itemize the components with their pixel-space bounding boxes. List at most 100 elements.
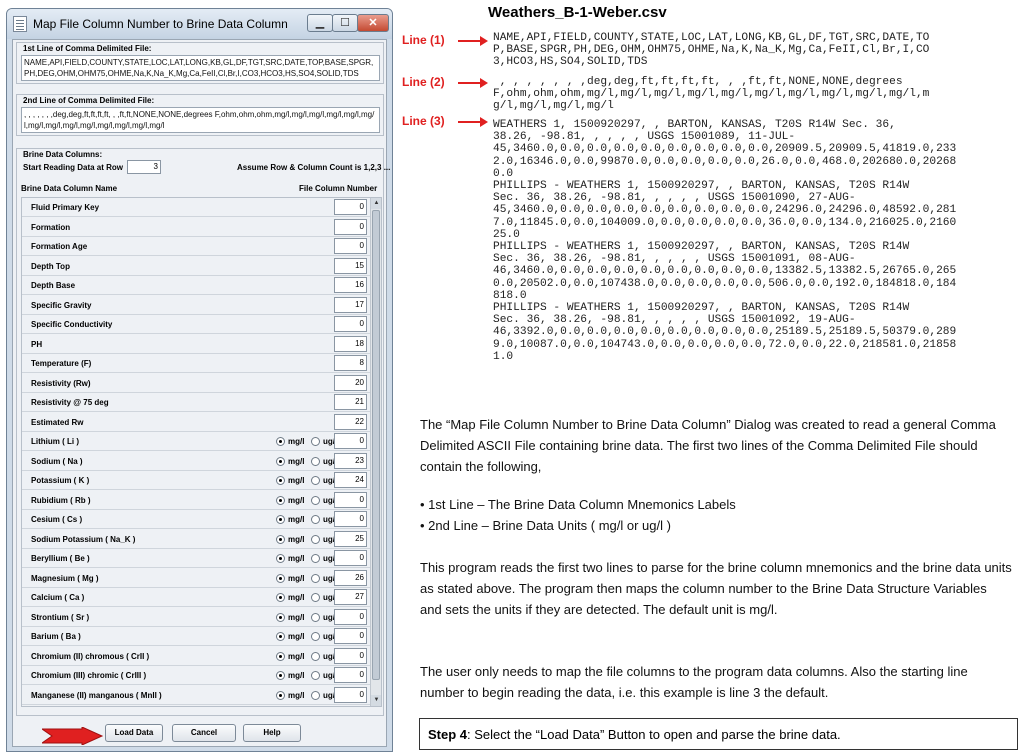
unit-mg-radio[interactable]: [276, 593, 285, 602]
column-number-input[interactable]: 0: [334, 628, 367, 644]
unit-mg-radio[interactable]: [276, 554, 285, 563]
cancel-button[interactable]: Cancel: [172, 724, 236, 742]
unit-ug-radio[interactable]: [311, 612, 320, 622]
column-number-input[interactable]: 0: [334, 706, 367, 707]
unit-mg-radio[interactable]: [276, 534, 285, 544]
unit-mg-radio[interactable]: [276, 671, 285, 680]
column-number-input[interactable]: 0: [334, 218, 367, 235]
column-number-input[interactable]: 26: [334, 569, 367, 586]
column-number-input[interactable]: 16: [334, 277, 367, 293]
row-label: Cesium ( Cs ): [31, 515, 83, 524]
unit-mg-radio[interactable]: [276, 651, 285, 661]
unit-mg-radio[interactable]: [276, 612, 285, 622]
unit-mg-radio[interactable]: [276, 476, 285, 485]
second-line-title: 2nd Line of Comma Delimited File:: [23, 96, 155, 105]
unit-ug-radio[interactable]: [311, 476, 320, 485]
column-number-input[interactable]: 24: [334, 472, 367, 488]
column-number-input[interactable]: 8: [334, 355, 367, 371]
column-mapping-row: Depth Top 15: [22, 257, 370, 276]
unit-mg-radio[interactable]: [276, 690, 285, 700]
column-mapping-row: Sodium Potassium ( Na_K ) mg/l ug/l 25: [22, 530, 370, 549]
line-1-tag: Line (1): [402, 33, 445, 47]
column-number-input[interactable]: 25: [334, 530, 367, 547]
unit-ug-radio[interactable]: [311, 632, 320, 641]
unit-ug-radio[interactable]: [311, 495, 320, 505]
column-number-input[interactable]: 20: [334, 374, 367, 391]
unit-ug-radio[interactable]: [311, 671, 320, 680]
column-mapping-row: Strontium ( Sr ) mg/l ug/l 0: [22, 608, 370, 627]
line-3-tag: Line (3): [402, 114, 445, 128]
row-label: Strontium ( Sr ): [31, 612, 90, 622]
arrow-right-icon: [458, 117, 488, 127]
column-mapping-row: Cesium ( Cs ) mg/l ug/l 0: [22, 510, 370, 529]
unit-ug-radio[interactable]: [311, 456, 320, 466]
help-button[interactable]: Help: [243, 724, 301, 742]
unit-mg-label: mg/l: [288, 534, 305, 544]
unit-mg-label: mg/l: [288, 593, 305, 602]
unit-ug-radio[interactable]: [311, 437, 320, 446]
minimize-button[interactable]: ▁: [307, 14, 333, 32]
column-mapping-row: Lithium ( Li ) mg/l ug/l 0: [22, 432, 370, 451]
start-row-input[interactable]: 3: [127, 160, 161, 174]
column-number-input[interactable]: 0: [334, 199, 367, 215]
unit-ug-radio[interactable]: [311, 534, 320, 544]
column-mapping-row: PH 18: [22, 335, 370, 354]
scroll-thumb[interactable]: [372, 210, 380, 680]
column-number-input[interactable]: 0: [334, 316, 367, 332]
column-mapping-row: Chromium (III) chromic ( CrIII ) mg/l ug/l…: [22, 666, 370, 685]
row-label: Specific Gravity: [31, 300, 92, 310]
column-mapping-row: Resistivity (Rw) 20: [22, 374, 370, 393]
unit-ug-radio[interactable]: [311, 554, 320, 563]
row-label: Rubidium ( Rb ): [31, 495, 91, 505]
unit-ug-radio[interactable]: [311, 690, 320, 700]
column-number-input[interactable]: 0: [334, 511, 367, 527]
unit-mg-radio[interactable]: [276, 437, 285, 446]
column-number-input[interactable]: 0: [334, 686, 367, 703]
column-mapping-row: Sodium ( Na ) mg/l ug/l 23: [22, 452, 370, 471]
bullet-first-line: • 1st Line – The Brine Data Column Mnemo…: [420, 497, 736, 512]
unit-mg-label: mg/l: [288, 476, 305, 485]
column-number-input[interactable]: 18: [334, 335, 367, 352]
unit-ug-radio[interactable]: [311, 651, 320, 661]
unit-ug-radio[interactable]: [311, 593, 320, 602]
scroll-up-icon[interactable]: ▲: [371, 198, 381, 209]
close-button[interactable]: ✕: [357, 14, 389, 32]
column-number-input[interactable]: 0: [334, 647, 367, 664]
dialog-titlebar[interactable]: Map File Column Number to Brine Data Col…: [7, 9, 392, 39]
row-label: Barium ( Ba ): [31, 632, 81, 641]
column-number-input[interactable]: 17: [334, 296, 367, 313]
column-number-input[interactable]: 0: [334, 667, 367, 683]
row-label: Resistivity @ 75 deg: [31, 398, 109, 407]
unit-mg-radio[interactable]: [276, 456, 285, 466]
column-number-input[interactable]: 23: [334, 452, 367, 469]
row-label: Chromium (III) chromic ( CrIII ): [31, 671, 147, 680]
first-line-title: 1st Line of Comma Delimited File:: [23, 44, 152, 53]
first-line-group: 1st Line of Comma Delimited File: NAME,A…: [16, 42, 384, 84]
column-mapping-row: Manganese (III) manganic ( MnIII )mg/lug…: [22, 705, 370, 707]
column-mapping-row: Formation Age 0: [22, 237, 370, 256]
column-number-input[interactable]: 0: [334, 433, 367, 449]
vertical-scrollbar[interactable]: ▲ ▼: [370, 198, 381, 706]
second-line-textarea[interactable]: , , , , , , ,deg,deg,ft,ft,ft,ft, , ,ft,…: [21, 107, 380, 133]
scroll-down-icon[interactable]: ▼: [371, 695, 381, 706]
unit-ug-radio[interactable]: [311, 573, 320, 583]
row-label: PH: [31, 339, 43, 349]
column-number-input[interactable]: 0: [334, 550, 367, 566]
dialog-title: Map File Column Number to Brine Data Col…: [33, 17, 288, 31]
column-number-input[interactable]: 0: [334, 238, 367, 254]
unit-ug-radio[interactable]: [311, 515, 320, 524]
unit-mg-radio[interactable]: [276, 515, 285, 524]
unit-mg-radio[interactable]: [276, 632, 285, 641]
unit-mg-radio[interactable]: [276, 495, 285, 505]
first-line-textarea[interactable]: NAME,API,FIELD,COUNTY,STATE,LOC,LAT,LONG…: [21, 55, 380, 81]
column-number-input[interactable]: 0: [334, 491, 367, 508]
column-number-input[interactable]: 21: [334, 394, 367, 410]
load-data-button[interactable]: Load Data: [105, 724, 163, 742]
column-number-input[interactable]: 0: [334, 608, 367, 625]
column-number-input[interactable]: 22: [334, 413, 367, 430]
maximize-button[interactable]: ☐: [332, 14, 358, 32]
column-number-input[interactable]: 15: [334, 257, 367, 274]
column-number-input[interactable]: 27: [334, 589, 367, 605]
unit-mg-label: mg/l: [288, 437, 305, 446]
unit-mg-radio[interactable]: [276, 573, 285, 583]
